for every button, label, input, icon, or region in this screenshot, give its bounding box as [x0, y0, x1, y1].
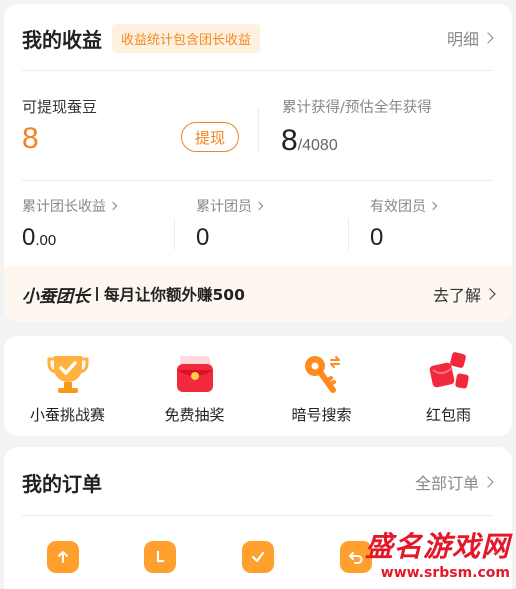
leader-text: 每月让你额外赚500	[104, 286, 245, 304]
order-status-completed[interactable]	[241, 541, 274, 573]
stat-total-members[interactable]: 累计团员 0	[196, 196, 264, 252]
stat-value-dec: .00	[35, 232, 57, 249]
divider	[22, 180, 492, 181]
accumulated-number: 8	[281, 124, 298, 157]
feature-label: 红包雨	[425, 406, 471, 424]
stat-label: 有效团员	[370, 196, 438, 216]
leader-separator	[96, 287, 98, 301]
vertical-divider	[258, 108, 259, 152]
watermark-url: www.srbsm.com	[380, 565, 510, 581]
clock-icon	[157, 550, 165, 563]
detail-link-label: 明细	[446, 30, 479, 49]
withdrawable-label: 可提现蚕豆	[22, 98, 98, 116]
feature-code-search[interactable]: 暗号搜索	[258, 336, 385, 436]
chevron-right-icon	[482, 476, 494, 488]
leader-banner[interactable]: 小蚕团长 每月让你额外赚500 去了解	[4, 266, 512, 322]
orders-title: 我的订单	[22, 471, 102, 496]
chevron-right-icon	[484, 288, 496, 300]
stat-label: 累计团员	[196, 196, 264, 216]
feature-red-packet-rain[interactable]: 红包雨	[385, 336, 512, 436]
chevron-right-icon	[254, 201, 264, 211]
earnings-card: 我的收益 收益统计包含团长收益 明细 可提现蚕豆 8 提现 累计获得/预估全年获…	[4, 4, 512, 322]
feature-label: 小蚕挑战赛	[29, 406, 105, 424]
all-orders-link[interactable]: 全部订单	[414, 470, 494, 494]
annual-estimate: /4080	[297, 137, 338, 154]
feature-challenge[interactable]: 小蚕挑战赛	[4, 336, 131, 436]
watermark-title: 盛名游戏网	[364, 530, 510, 563]
check-icon	[251, 551, 265, 563]
return-icon	[348, 552, 363, 564]
earnings-title: 我的收益	[22, 27, 102, 52]
stat-value: 0	[370, 224, 384, 251]
withdraw-button[interactable]: 提现	[181, 122, 239, 152]
withdrawable-value: 8	[22, 122, 39, 155]
leader-brand: 小蚕团长	[22, 286, 90, 307]
vertical-divider	[174, 218, 175, 250]
stat-value: 0	[196, 224, 210, 251]
stat-value-int: 0	[22, 224, 36, 251]
chevron-right-icon	[108, 201, 118, 211]
stat-value: 0.00	[22, 224, 116, 252]
feature-label: 免费抽奖	[164, 406, 225, 424]
learn-more-label: 去了解	[432, 286, 481, 305]
key-icon	[304, 356, 340, 393]
features-card: 小蚕挑战赛 免费抽奖 暗号搜索 红包雨	[4, 336, 512, 436]
orders-header: 我的订单 全部订单	[22, 467, 494, 497]
learn-more-link[interactable]: 去了解	[432, 282, 496, 306]
vertical-divider	[348, 218, 349, 250]
red-envelope-icon	[176, 356, 213, 392]
watermark: 盛名游戏网 www.srbsm.com	[365, 525, 510, 581]
stat-valid-members[interactable]: 有效团员 0	[370, 196, 438, 252]
upload-icon	[57, 551, 68, 563]
red-packets-icon	[429, 352, 469, 389]
order-status-pending-review[interactable]	[144, 541, 177, 573]
accumulated-label: 累计获得/预估全年获得	[282, 100, 432, 116]
stat-label-text: 累计团长收益	[22, 199, 106, 215]
stat-label-text: 累计团员	[196, 199, 252, 215]
divider	[22, 515, 492, 516]
chevron-right-icon	[428, 201, 438, 211]
chevron-right-icon	[482, 32, 494, 44]
stat-leader-earnings[interactable]: 累计团长收益 0.00	[22, 196, 118, 252]
detail-link[interactable]: 明细	[446, 26, 494, 50]
accumulated-value: 8/4080	[281, 124, 338, 158]
stat-label-text: 有效团员	[370, 199, 426, 215]
earnings-badge: 收益统计包含团长收益	[112, 23, 261, 53]
feature-label: 暗号搜索	[291, 406, 352, 424]
earnings-header: 我的收益 收益统计包含团长收益 明细	[22, 22, 494, 54]
divider	[22, 70, 492, 71]
trophy-icon	[47, 356, 88, 393]
all-orders-label: 全部订单	[414, 474, 479, 493]
feature-lottery[interactable]: 免费抽奖	[131, 336, 258, 436]
stat-label: 累计团长收益	[22, 196, 118, 216]
order-status-pending-submit[interactable]	[46, 541, 79, 573]
